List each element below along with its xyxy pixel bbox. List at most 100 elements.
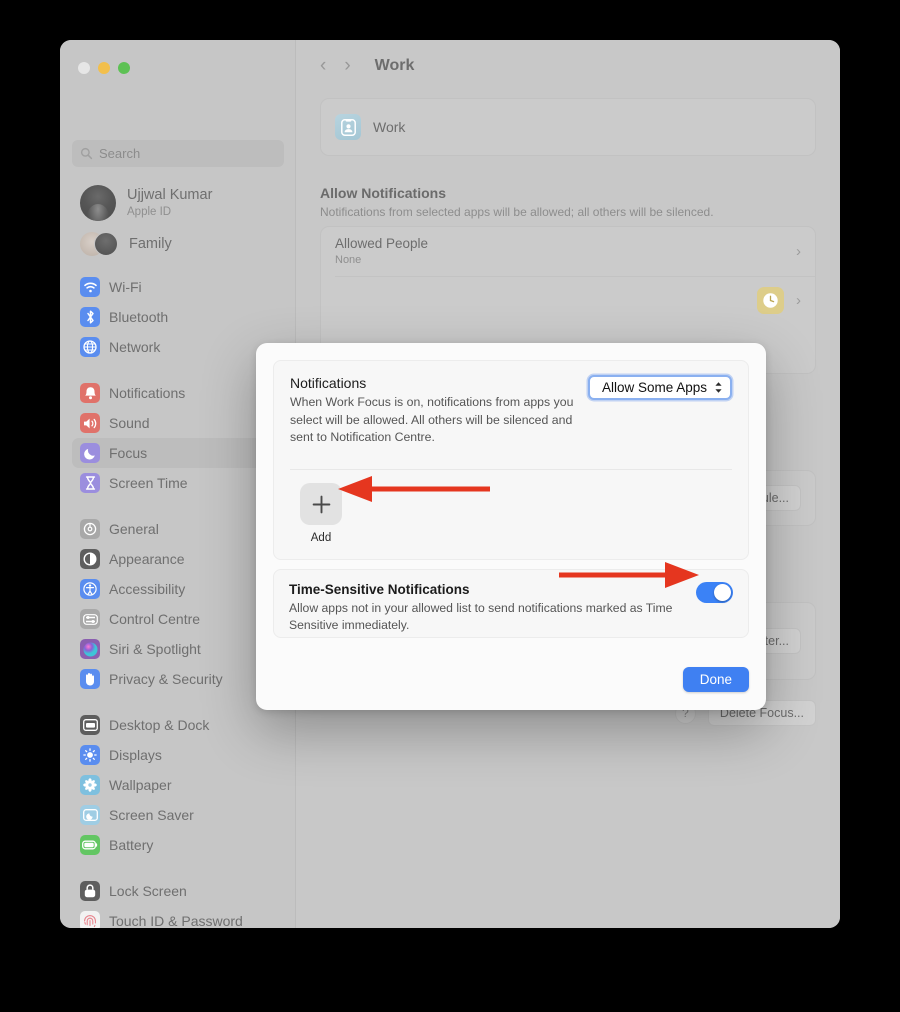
flower-icon <box>80 775 100 795</box>
sidebar-item-wi-fi[interactable]: Wi-Fi <box>72 272 284 302</box>
add-app-button[interactable] <box>300 483 342 525</box>
moon-icon <box>80 443 100 463</box>
allowed-people-row[interactable]: Allowed People None › <box>321 227 815 276</box>
allowed-people-value: None <box>335 253 362 266</box>
chevron-right-icon: › <box>796 243 801 260</box>
chevron-up-down-icon <box>714 381 723 394</box>
sidebar-item-network[interactable]: Network <box>72 332 284 362</box>
add-app-block: Add <box>290 483 352 544</box>
minimize-button[interactable] <box>98 62 110 74</box>
account-name: Ujjwal Kumar <box>127 187 213 204</box>
chevron-right-icon: › <box>796 292 801 309</box>
sidebar-item-notifications[interactable]: Notifications <box>72 378 284 408</box>
forward-button[interactable]: › <box>344 56 350 75</box>
sidebar-nav: Wi-Fi Bluetooth Network Notifications Sound F… <box>72 272 284 928</box>
gear-icon <box>80 519 100 539</box>
close-button[interactable] <box>78 62 90 74</box>
globe-icon <box>80 337 100 357</box>
account-section: Ujjwal Kumar Apple ID Family <box>72 180 284 262</box>
sidebar-item-focus[interactable]: Focus <box>72 438 284 468</box>
allow-notifications-heading: Allow Notifications <box>320 185 446 201</box>
sidebar-item-appearance[interactable]: Appearance <box>72 544 284 574</box>
sidebar-item-label: Accessibility <box>109 581 186 597</box>
sidebar-item-label: Appearance <box>109 551 185 567</box>
add-app-label: Add <box>310 532 332 544</box>
plus-icon <box>312 495 330 513</box>
lock-icon <box>80 881 100 901</box>
sidebar-item-control-centre[interactable]: Control Centre <box>72 604 284 634</box>
focus-identity-card[interactable]: Work <box>320 98 816 156</box>
search-icon <box>80 147 93 160</box>
avatar <box>80 185 116 221</box>
sidebar-item-label: Desktop & Dock <box>109 717 210 733</box>
brightness-icon <box>80 745 100 765</box>
id-badge-icon <box>335 114 361 140</box>
sidebar-item-label: Focus <box>109 445 148 461</box>
sidebar-item-displays[interactable]: Displays <box>72 740 284 770</box>
family-label: Family <box>129 236 172 252</box>
bell-icon <box>80 383 100 403</box>
desktop-icon <box>80 715 100 735</box>
sidebar-item-label: Screen Time <box>109 475 188 491</box>
dropdown-value: Allow Some Apps <box>601 380 707 395</box>
bluetooth-icon <box>80 307 100 327</box>
time-sensitive-description: Allow apps not in your allowed list to s… <box>289 601 673 633</box>
sidebar-item-battery[interactable]: Battery <box>72 830 284 860</box>
sidebar-item-label: Touch ID & Password <box>109 913 243 928</box>
sidebar-item-sound[interactable]: Sound <box>72 408 284 438</box>
apple-id-row[interactable]: Ujjwal Kumar Apple ID <box>72 180 284 226</box>
allow-notifications-subheading: Notifications from selected apps will be… <box>320 205 714 219</box>
system-settings-window: Search Ujjwal Kumar Apple ID Family Wi-F… <box>60 40 840 928</box>
accessibility-icon <box>80 579 100 599</box>
sidebar-item-desktop-dock[interactable]: Desktop & Dock <box>72 710 284 740</box>
sidebar-item-siri-spotlight[interactable]: Siri & Spotlight <box>72 634 284 664</box>
sidebar-group: Notifications Sound Focus Screen Time <box>72 378 284 498</box>
sidebar-item-privacy-security[interactable]: Privacy & Security <box>72 664 284 694</box>
sliders-icon <box>80 609 100 629</box>
clock-icon <box>757 287 784 314</box>
sidebar-item-label: Lock Screen <box>109 883 187 899</box>
sidebar-item-general[interactable]: General <box>72 514 284 544</box>
allowed-apps-row[interactable]: › <box>321 276 815 325</box>
contrast-icon <box>80 549 100 569</box>
page-title: Work <box>374 56 415 74</box>
sidebar-item-label: Network <box>109 339 161 355</box>
sidebar-item-label: Bluetooth <box>109 309 169 325</box>
sidebar-group: Lock ScreenTouch ID & PasswordUsers & Gr… <box>72 876 284 928</box>
fingerprint-icon <box>80 911 100 928</box>
sidebar-item-accessibility[interactable]: Accessibility <box>72 574 284 604</box>
sidebar-item-touch-id-password[interactable]: Touch ID & Password <box>72 906 284 928</box>
modal-divider <box>290 469 732 470</box>
family-avatars <box>80 231 118 257</box>
sidebar-item-wallpaper[interactable]: Wallpaper <box>72 770 284 800</box>
breadcrumb: ‹ › Work <box>320 56 414 75</box>
back-button[interactable]: ‹ <box>320 56 326 75</box>
sidebar-item-label: General <box>109 521 159 537</box>
done-button[interactable]: Done <box>682 667 749 692</box>
family-row[interactable]: Family <box>72 226 284 262</box>
sidebar-item-label: Displays <box>109 747 162 763</box>
sidebar-item-label: Control Centre <box>109 611 201 627</box>
sidebar-item-label: Wi-Fi <box>109 279 142 295</box>
allow-apps-dropdown[interactable]: Allow Some Apps <box>587 375 732 400</box>
search-placeholder: Search <box>99 146 141 161</box>
zoom-button[interactable] <box>118 62 130 74</box>
sidebar-group: Desktop & Dock Displays Wallpaper Screen Sa… <box>72 710 284 860</box>
allowed-people-title: Allowed People <box>335 235 429 251</box>
window-traffic-lights <box>78 62 130 74</box>
sidebar-item-screen-saver[interactable]: Screen Saver <box>72 800 284 830</box>
notifications-settings-card: Notifications When Work Focus is on, not… <box>273 360 749 560</box>
sidebar-item-bluetooth[interactable]: Bluetooth <box>72 302 284 332</box>
modal-title: Notifications <box>290 375 367 391</box>
sidebar-item-lock-screen[interactable]: Lock Screen <box>72 876 284 906</box>
time-sensitive-toggle[interactable] <box>696 582 733 603</box>
sidebar-item-screen-time[interactable]: Screen Time <box>72 468 284 498</box>
sidebar-item-label: Wallpaper <box>109 777 172 793</box>
sidebar-group: Wi-Fi Bluetooth Network <box>72 272 284 362</box>
sidebar-item-label: Notifications <box>109 385 186 401</box>
search-input[interactable]: Search <box>72 140 284 167</box>
battery-icon <box>80 835 100 855</box>
time-sensitive-card: Time-Sensitive Notifications Allow apps … <box>273 569 749 638</box>
sidebar-item-label: Siri & Spotlight <box>109 641 201 657</box>
sidebar-item-label: Screen Saver <box>109 807 194 823</box>
